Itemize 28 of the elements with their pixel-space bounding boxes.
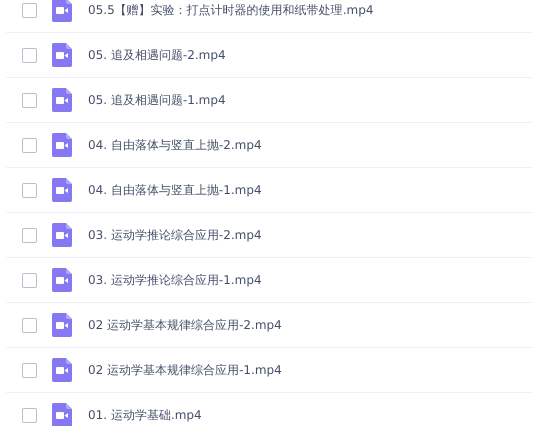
file-name[interactable]: 03. 运动学推论综合应用-2.mp4 [88,226,262,244]
checkbox[interactable] [22,408,37,422]
checkbox[interactable] [22,362,37,378]
video-file-icon [52,88,72,112]
file-name[interactable]: 02 运动学基本规律综合应用-2.mp4 [88,316,282,334]
checkbox[interactable] [22,182,37,198]
video-file-icon [52,313,72,337]
file-name[interactable]: 04. 自由落体与竖直上抛-1.mp4 [88,182,262,198]
file-name[interactable]: 05. 追及相遇问题-1.mp4 [88,92,226,108]
checkbox[interactable] [22,92,37,108]
file-name[interactable]: 05.5【赠】实验：打点计时器的使用和纸带处理.mp4 [88,2,374,18]
file-name[interactable]: 04. 自由落体与竖直上抛-2.mp4 [88,136,262,154]
video-file-icon [52,43,72,67]
file-name[interactable]: 05. 追及相遇问题-2.mp4 [88,46,226,64]
file-name[interactable]: 02 运动学基本规律综合应用-1.mp4 [88,362,282,378]
video-file-icon [52,268,72,292]
checkbox[interactable] [22,318,37,332]
file-name[interactable]: 03. 运动学推论综合应用-1.mp4 [88,272,262,288]
video-file-icon [52,223,72,247]
checkbox[interactable] [22,48,37,62]
checkbox[interactable] [22,272,37,288]
video-file-icon [52,358,72,382]
checkbox[interactable] [22,228,37,242]
file-name[interactable]: 01. 运动学基础.mp4 [88,406,202,424]
checkbox[interactable] [22,2,37,18]
checkbox[interactable] [22,138,37,152]
video-file-icon [52,178,72,202]
video-file-icon [52,133,72,157]
